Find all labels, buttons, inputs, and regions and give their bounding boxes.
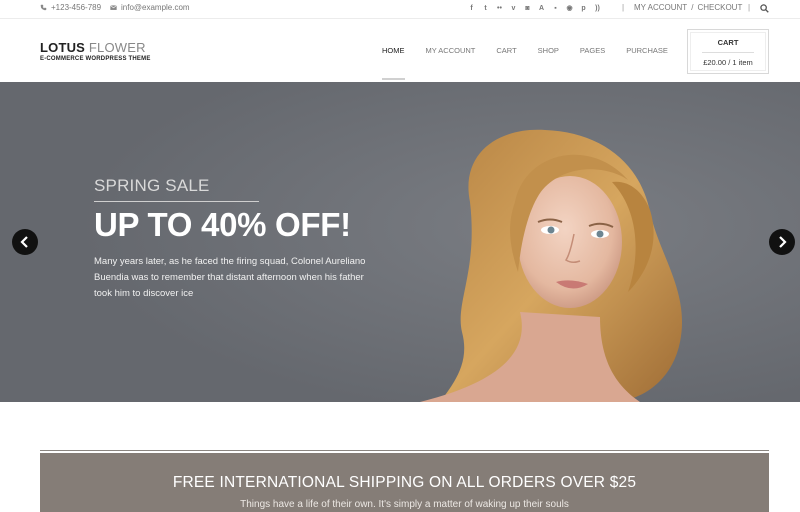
topbar-separator: | — [748, 3, 751, 12]
topbar-separator: | — [622, 3, 625, 12]
promo-title: FREE INTERNATIONAL SHIPPING ON ALL ORDER… — [172, 474, 637, 491]
nav-my-account[interactable]: MY ACCOUNT — [426, 46, 476, 55]
logo-title: LOTUS FLOWER — [40, 40, 151, 55]
chevron-right-icon — [779, 236, 787, 248]
nav-home[interactable]: HOME — [382, 46, 405, 80]
slider-prev-button[interactable] — [12, 229, 38, 255]
link-separator: / — [691, 3, 694, 12]
nav-pages[interactable]: PAGES — [580, 46, 605, 55]
flickr-icon[interactable]: •• — [495, 3, 504, 14]
site-logo[interactable]: LOTUS FLOWER E-COMMERCE WORDPRESS THEME — [40, 40, 151, 62]
mini-cart-title: CART — [717, 38, 739, 47]
phone-contact[interactable]: +123-456-789 — [40, 3, 101, 12]
logo-bold-text: LOTUS — [40, 40, 86, 55]
hero-headline: UP TO 40% OFF! — [94, 206, 351, 243]
vimeo-icon[interactable]: v — [509, 3, 518, 14]
logo-tagline: E-COMMERCE WORDPRESS THEME — [40, 56, 151, 62]
email-contact[interactable]: info@example.com — [110, 3, 190, 12]
site-header: LOTUS FLOWER E-COMMERCE WORDPRESS THEME … — [0, 20, 800, 82]
hero-body-text: Many years later, as he faced the firing… — [94, 256, 366, 299]
rss-icon[interactable]: )) — [593, 3, 602, 14]
hero-eyebrow: SPRING SALE — [94, 176, 210, 195]
logo-thin-text: FLOWER — [88, 40, 146, 55]
checkout-link[interactable]: CHECKOUT — [697, 3, 742, 12]
twitter-icon[interactable]: t — [481, 3, 490, 14]
phone-icon — [40, 4, 47, 11]
dribbble-icon[interactable]: ◉ — [565, 3, 574, 14]
nav-purchase[interactable]: PURCHASE — [626, 46, 668, 55]
nav-shop[interactable]: SHOP — [538, 46, 559, 55]
app-icon[interactable]: A — [537, 3, 546, 14]
mail-icon — [110, 5, 117, 10]
hero-divider — [94, 201, 259, 202]
mini-cart-total: £20.00 / 1 item — [703, 58, 753, 67]
my-account-link[interactable]: MY ACCOUNT — [634, 3, 687, 12]
shipping-promo-banner: FREE INTERNATIONAL SHIPPING ON ALL ORDER… — [40, 453, 769, 512]
mini-cart-divider — [702, 52, 754, 53]
search-icon[interactable] — [760, 4, 769, 13]
promo-top-rule — [40, 450, 769, 451]
instagram-icon[interactable]: ◙ — [523, 3, 532, 14]
main-nav: HOME MY ACCOUNT CART SHOP PAGES PURCHASE — [382, 46, 689, 80]
hero-slider: SPRING SALE UP TO 40% OFF! Many years la… — [0, 82, 800, 402]
top-bar: +123-456-789 info@example.com f t •• v ◙… — [0, 0, 800, 19]
delicious-icon[interactable]: ▪ — [551, 3, 560, 14]
chevron-left-icon — [20, 236, 28, 248]
slider-next-button[interactable] — [769, 229, 795, 255]
facebook-icon[interactable]: f — [467, 3, 476, 14]
social-links: f t •• v ◙ A ▪ ◉ p )) — [467, 3, 602, 14]
pinterest-icon[interactable]: p — [579, 3, 588, 14]
account-links: MY ACCOUNT / CHECKOUT — [634, 3, 742, 12]
promo-subtitle: Things have a life of their own. It's si… — [240, 499, 569, 510]
phone-number: +123-456-789 — [51, 3, 102, 12]
email-address: info@example.com — [121, 3, 190, 12]
nav-cart[interactable]: CART — [496, 46, 516, 55]
mini-cart[interactable]: CART £20.00 / 1 item — [687, 29, 769, 74]
